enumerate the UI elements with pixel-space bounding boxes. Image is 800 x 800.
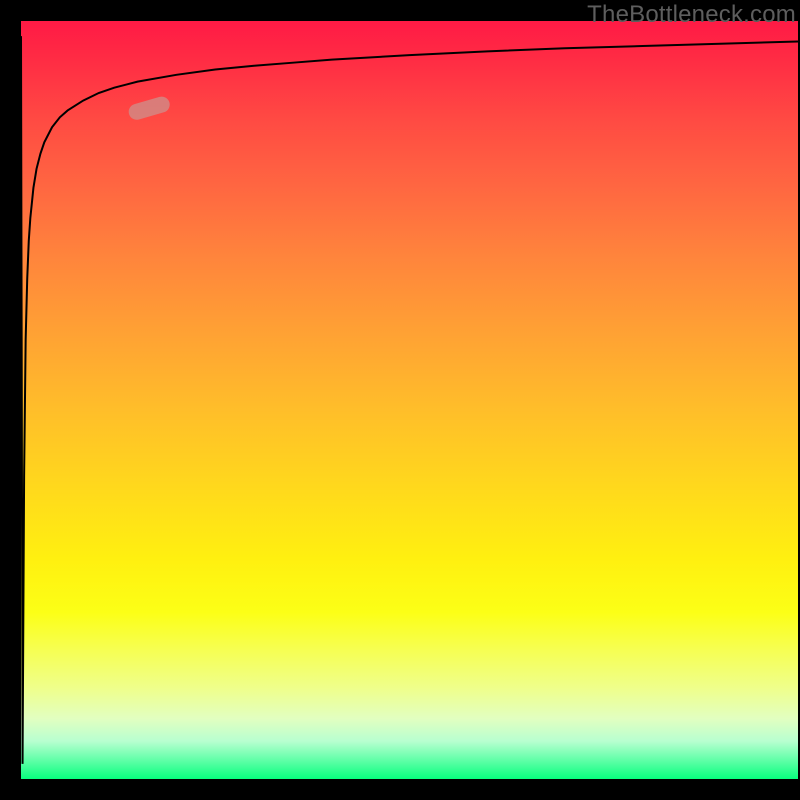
gradient-plot-area	[21, 21, 798, 779]
watermark-text: TheBottleneck.com	[587, 1, 796, 29]
chart-frame: TheBottleneck.com	[0, 0, 800, 800]
